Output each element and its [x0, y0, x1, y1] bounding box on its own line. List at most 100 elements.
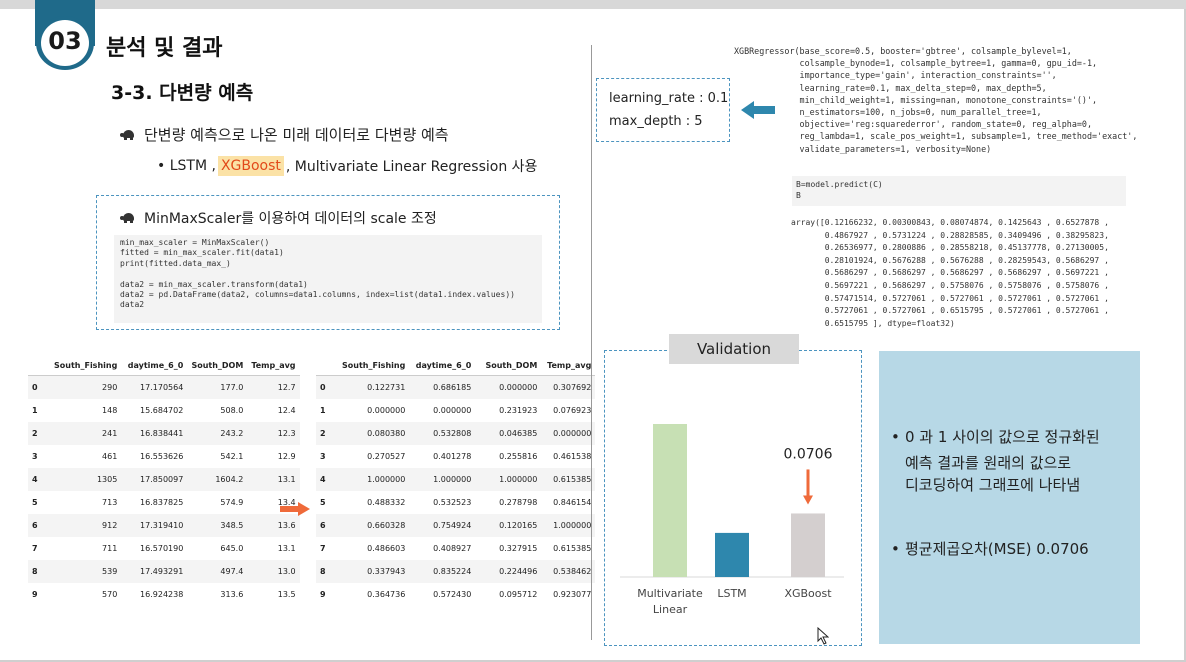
category-label: LSTM — [717, 587, 746, 600]
table-row: 0 0.122731 0.686185 0.000000 0.307692 — [316, 375, 596, 399]
table-cell: 0.337943 — [338, 560, 410, 583]
table-cell: 290 — [50, 375, 122, 399]
table-cell: 0.095712 — [499, 590, 538, 599]
row-index: 6 — [28, 514, 50, 537]
column-header: Temp_avg — [541, 355, 596, 376]
table-cell: 539 — [50, 560, 122, 583]
table-cell: 0.307692 — [541, 375, 596, 399]
row-index: 8 — [316, 560, 338, 583]
row-index: 2 — [28, 422, 50, 445]
top-border — [0, 0, 1186, 9]
table-cell: 461 — [102, 452, 118, 461]
row-index: 3 — [320, 452, 326, 461]
row-index: 5 — [32, 498, 38, 507]
scaled-data-table: South_Fishing daytime_6_0 South_DOM Temp_av… — [316, 355, 596, 606]
table-cell: 0.846154 — [553, 498, 592, 507]
table-row: 2 241 16.838441 243.2 12.3 — [28, 422, 300, 445]
table-cell: 13.5 — [277, 590, 296, 599]
table-cell: 0.080380 — [338, 422, 410, 445]
table-cell: 241 — [50, 422, 122, 445]
table-cell: 0.401278 — [433, 452, 472, 461]
max-depth-label: max_depth : 5 — [609, 114, 703, 129]
sub-bullet: • LSTM , XGBoost , Multivariate Linear R… — [157, 156, 537, 176]
table-cell: 912 — [50, 514, 122, 537]
table-cell: 17.319410 — [121, 514, 188, 537]
row-index: 6 — [316, 514, 338, 537]
table-cell: 0.255816 — [499, 452, 538, 461]
table-row: 9 570 16.924238 313.6 13.5 — [28, 583, 300, 606]
table-cell: 12.7 — [247, 375, 300, 399]
row-index: 3 — [32, 452, 38, 461]
category-label: Multivariate — [637, 587, 703, 600]
validation-title: Validation — [669, 334, 799, 364]
table-cell: 713 — [102, 498, 118, 507]
raw-data-table: South_Fishing daytime_6_0 South_DOM Temp_av… — [28, 355, 300, 606]
table-cell: 0.076923 — [553, 406, 592, 415]
table-cell: 0.488332 — [367, 498, 406, 507]
column-header: South_Fishing — [338, 355, 410, 376]
row-index: 1 — [320, 406, 326, 415]
row-index: 4 — [28, 468, 50, 491]
bar-xgboost — [791, 513, 825, 577]
row-index: 7 — [320, 544, 326, 553]
xgboost-value-label: 0.0706 — [784, 446, 833, 462]
table-cell: 0.615385 — [541, 468, 596, 491]
main-bullet: 단변량 예측으로 나온 미래 데이터로 다변량 예측 — [120, 124, 449, 145]
table-row: 9 0.364736 0.572430 0.095712 0.923077 — [316, 583, 595, 606]
scaler-heading-text: MinMaxScaler를 이용하여 데이터의 scale 조정 — [144, 211, 437, 227]
row-index: 0 — [316, 375, 338, 399]
table-cell: 243.2 — [187, 422, 248, 445]
table-cell: 0.000000 — [367, 406, 406, 415]
table-cell: 0.231923 — [499, 406, 538, 415]
table-cell: 0.046385 — [475, 422, 542, 445]
table-cell: 17.170564 — [121, 375, 188, 399]
table-row: 1 148 15.684702 508.0 12.4 — [28, 399, 300, 422]
scaler-heading: MinMaxScaler를 이용하여 데이터의 scale 조정 — [120, 208, 437, 228]
section-title: 분석 및 결과 — [106, 36, 223, 61]
table-cell: 0.364736 — [367, 590, 406, 599]
table-cell: 313.6 — [220, 590, 244, 599]
note-item-1: • 0 과 1 사이의 값으로 정규화된 — [891, 428, 1100, 446]
bar-multivariate-linear — [653, 424, 687, 577]
column-header: South_DOM — [187, 355, 248, 376]
table-cell: 0.754924 — [409, 514, 476, 537]
table-cell: 16.838441 — [121, 422, 188, 445]
table-cell: 177.0 — [187, 375, 248, 399]
table-row: 4 1305 17.850097 1604.2 13.1 — [28, 468, 300, 491]
column-divider — [591, 45, 592, 640]
table-cell: 16.553626 — [140, 452, 184, 461]
mouse-cursor-icon — [817, 627, 829, 645]
column-header — [28, 355, 50, 376]
table-cell: 0.486603 — [367, 544, 406, 553]
turtle-icon — [120, 129, 136, 141]
table-cell: 13.0 — [247, 560, 300, 583]
table-cell: 13.6 — [247, 514, 300, 537]
row-index: 4 — [316, 468, 338, 491]
table-cell: 0.000000 — [541, 422, 596, 445]
row-index: 8 — [28, 560, 50, 583]
table-cell: 12.3 — [247, 422, 300, 445]
table-cell: 12.4 — [277, 406, 296, 415]
table-row: 1 0.000000 0.000000 0.231923 0.076923 — [316, 399, 595, 422]
table-cell: 0.224496 — [475, 560, 542, 583]
table-cell: 0.572430 — [433, 590, 472, 599]
turtle-icon — [120, 212, 136, 224]
column-header: South_Fishing — [50, 355, 122, 376]
validation-bar-chart: Multivariate Linear LSTM XGBoost 0.0706 — [620, 424, 844, 616]
row-index: 0 — [28, 375, 50, 399]
learning-rate-label: learning_rate : 0.1 — [609, 91, 729, 106]
table-cell: 16.924238 — [140, 590, 184, 599]
table-cell: 0.408927 — [433, 544, 472, 553]
table-cell: 0.000000 — [433, 406, 472, 415]
right-arrow-icon — [280, 502, 310, 516]
table-row: 3 0.270527 0.401278 0.255816 0.461538 — [316, 445, 595, 468]
row-index: 9 — [320, 590, 326, 599]
row-index: 5 — [320, 498, 326, 507]
table-cell: 0.532808 — [409, 422, 476, 445]
table-cell: 0.923077 — [553, 590, 592, 599]
table-cell: 1604.2 — [187, 468, 248, 491]
table-row: 7 0.486603 0.408927 0.327915 0.615385 — [316, 537, 595, 560]
table-cell: 542.1 — [220, 452, 244, 461]
sub-bullet-prefix: • LSTM , — [157, 158, 216, 174]
scaler-code-cell: min_max_scaler = MinMaxScaler() fitted =… — [114, 235, 542, 323]
